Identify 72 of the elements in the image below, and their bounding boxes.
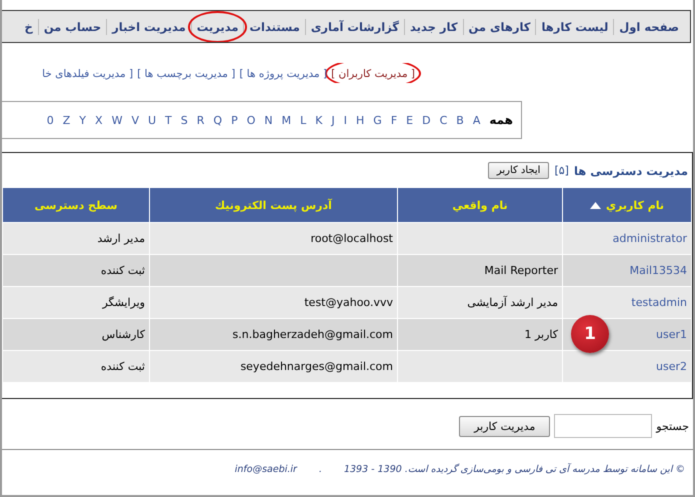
username-link[interactable]: user2	[562, 350, 692, 382]
table-cell: کارشناس	[2, 318, 150, 350]
sub-menu-link[interactable]: [ مدیریت فیلدهای خا	[42, 68, 134, 80]
manage-user-button[interactable]: مدیریت کاربر	[459, 416, 550, 436]
nav-link[interactable]: گزارشات آماری	[306, 20, 404, 34]
table-cell: ویرایشگر	[2, 286, 150, 318]
letter-filter-link[interactable]: S	[180, 114, 188, 126]
letter-filter-link[interactable]: E	[406, 114, 414, 126]
create-user-button[interactable]: ایجاد کاربر	[488, 162, 550, 179]
search-label: جستجو	[656, 420, 689, 432]
sub-menu-link[interactable]: [ مدیریت پروژه ها ]	[239, 68, 328, 80]
table-cell: مدیر ارشد آزمایشی	[398, 286, 562, 318]
letter-filter-link[interactable]: V	[131, 114, 139, 126]
letter-filter-link[interactable]: Z	[62, 114, 70, 126]
username-link[interactable]: Mail13534	[562, 254, 692, 286]
number-badge: 1	[571, 314, 609, 352]
table-cell: ثبت کننده	[2, 254, 150, 286]
letter-filter-link[interactable]: P	[231, 114, 238, 126]
letter-filter-link[interactable]: R	[196, 114, 204, 126]
letter-filter-link[interactable]: B	[456, 114, 464, 126]
username-link[interactable]: administrator	[562, 222, 692, 254]
letter-filter-link[interactable]: A	[472, 114, 480, 126]
letter-filter-link[interactable]: Q	[213, 114, 222, 126]
nav-link[interactable]: حساب من	[38, 20, 106, 34]
letter-filter-link[interactable]: U	[148, 114, 156, 126]
nav-link[interactable]: مدیریت	[192, 20, 244, 34]
letter-filter-link[interactable]: M	[282, 114, 292, 126]
table-cell: s.n.bagherzadeh@gmail.com	[150, 318, 398, 350]
nav-link[interactable]: خ	[20, 20, 38, 34]
table-cell: مدیر ارشد	[2, 222, 150, 254]
count-label: [۵]	[554, 164, 569, 177]
nav-link[interactable]: کار جدید	[404, 20, 463, 34]
table-cell: test@yahoo.vvv	[150, 286, 398, 318]
table-cell: root@localhost	[150, 222, 398, 254]
panel-title: مدیریت دسترسی ها	[574, 164, 688, 178]
letter-filter-link[interactable]: G	[373, 114, 382, 126]
letter-filter-link[interactable]: C	[440, 114, 448, 126]
nav-link[interactable]: کارهای من	[464, 20, 536, 34]
search-field[interactable]	[554, 414, 652, 438]
letter-filter-link[interactable]: Y	[79, 114, 86, 126]
letter-filter-link[interactable]: K	[315, 114, 322, 126]
letter-filter-link[interactable]: L	[300, 114, 306, 126]
letter-filter-link[interactable]: همه	[489, 113, 513, 127]
letter-filter-link[interactable]: 0	[46, 114, 54, 126]
sub-menu-link[interactable]: [ مدیریت کاربران ]	[331, 68, 415, 80]
table-cell: Mail Reporter	[398, 254, 562, 286]
username-link[interactable]: testadmin	[562, 286, 692, 318]
column-header[interactable]: سطح دسترسی	[2, 188, 150, 222]
column-header[interactable]: نام کاربري	[562, 188, 692, 222]
letter-filter-link[interactable]: W	[112, 114, 122, 126]
letter-filter-link[interactable]: X	[95, 114, 103, 126]
letter-filter-link[interactable]: O	[246, 114, 256, 126]
table-cell: کاربر 1	[398, 318, 562, 350]
table-cell: seyedehnarges@gmail.com	[150, 350, 398, 382]
table-cell: ثبت کننده	[2, 350, 150, 382]
letter-filter-link[interactable]: J	[332, 114, 335, 126]
column-header[interactable]: آدرس پست الكترونيك	[150, 188, 398, 222]
letter-filter-link[interactable]: D	[422, 114, 431, 126]
letter-filter-link[interactable]: I	[344, 114, 347, 126]
copyright-text: © این سامانه توسط مدرسه آی تی فارسی و بومی‌سازی گردیده است. 1390 - 1393	[344, 464, 685, 475]
nav-link[interactable]: مستندات	[244, 20, 305, 34]
separator-dot: .	[318, 464, 322, 475]
email-link[interactable]: info@saebi.ir	[234, 464, 297, 475]
sub-menu-link[interactable]: [ مدیریت برچسب ها ]	[137, 68, 236, 80]
letter-filter-link[interactable]: H	[356, 114, 364, 126]
letter-filter-link[interactable]: T	[165, 114, 172, 126]
nav-link[interactable]: مدیریت اخبار	[107, 20, 191, 34]
nav-link[interactable]: صفحه اول	[614, 20, 684, 34]
column-header[interactable]: نام واقعي	[398, 188, 562, 222]
letter-filter-link[interactable]: F	[390, 114, 398, 126]
nav-link[interactable]: لیست کارها	[536, 20, 614, 34]
letter-filter-link[interactable]: N	[264, 114, 273, 126]
